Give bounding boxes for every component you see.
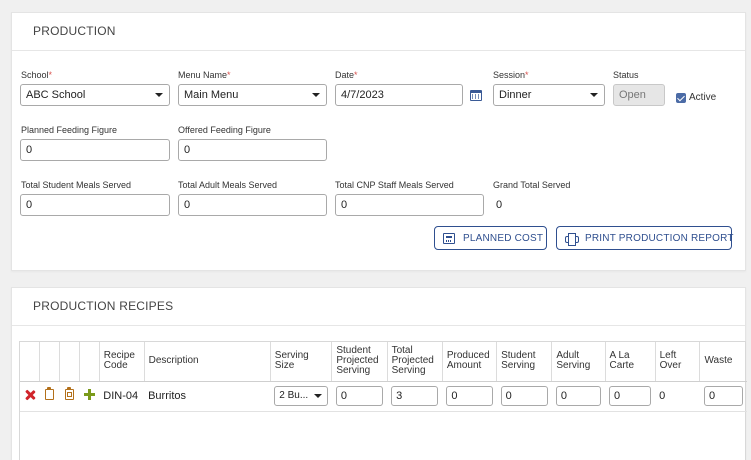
col-serving-size[interactable]: Serving Size xyxy=(270,342,333,382)
planned-feeding-input[interactable]: 0 xyxy=(20,139,170,161)
action-col-header xyxy=(59,342,80,382)
status-field: Open xyxy=(613,84,665,106)
menu-name-select[interactable]: Main Menu xyxy=(178,84,327,106)
cell-description: Burritos xyxy=(144,381,271,412)
add-icon[interactable] xyxy=(83,389,95,400)
student-serving-input[interactable]: 0 xyxy=(500,386,548,406)
production-recipes-header: PRODUCTION RECIPES xyxy=(12,288,745,326)
total-projected-input[interactable]: 3 xyxy=(391,386,439,406)
col-left-over[interactable]: Left Over xyxy=(655,342,701,382)
total-cnp-staff-meals-input[interactable]: 0 xyxy=(335,194,484,216)
production-header: PRODUCTION xyxy=(12,13,745,51)
production-card: PRODUCTION School* ABC School Menu Name*… xyxy=(11,12,746,271)
calculator-icon xyxy=(443,232,455,244)
grand-total-value: 0 xyxy=(496,199,503,211)
offered-feeding-input[interactable]: 0 xyxy=(178,139,327,161)
col-adult-serving[interactable]: Adult Serving xyxy=(551,342,606,382)
produced-amount-input[interactable]: 0 xyxy=(446,386,493,406)
offered-feeding-label: Offered Feeding Figure xyxy=(178,125,271,135)
recipes-table: Recipe Code Description Serving Size Stu… xyxy=(20,342,747,412)
total-adult-meals-label: Total Adult Meals Served xyxy=(178,180,278,190)
total-student-meals-input[interactable]: 0 xyxy=(20,194,170,216)
printer-icon xyxy=(565,232,579,246)
active-label: Active xyxy=(689,92,717,103)
menu-name-label: Menu Name* xyxy=(178,70,231,80)
adult-serving-input[interactable]: 0 xyxy=(555,386,602,406)
planned-cost-label: PLANNED COST xyxy=(463,232,544,244)
print-production-report-button[interactable]: PRINT PRODUCTION REPORT xyxy=(556,226,734,250)
date-input[interactable]: 4/7/2023 xyxy=(335,84,463,106)
col-total-projected-serving[interactable]: Total Projected Serving xyxy=(387,342,443,382)
cell-recipe-code: DIN-04 xyxy=(99,381,145,412)
action-col-header xyxy=(39,342,61,382)
clipboard-icon[interactable] xyxy=(45,387,55,400)
action-col-header xyxy=(20,342,41,382)
serving-size-select[interactable]: 2 Bu... xyxy=(274,386,328,406)
active-checkbox[interactable] xyxy=(676,93,686,103)
col-waste[interactable]: Waste xyxy=(699,342,747,382)
table-row: DIN-04 Burritos 2 Bu... 0 3 0 0 0 0 0 0 xyxy=(20,381,747,412)
col-student-serving[interactable]: Student Serving xyxy=(496,342,553,382)
grand-total-label: Grand Total Served xyxy=(493,180,571,190)
waste-input[interactable]: 0 xyxy=(703,386,743,406)
school-select[interactable]: ABC School xyxy=(20,84,170,106)
col-produced-amount[interactable]: Produced Amount xyxy=(442,342,498,382)
total-adult-meals-input[interactable]: 0 xyxy=(178,194,327,216)
cell-left-over: 0 xyxy=(655,381,700,412)
recipes-table-container: Recipe Code Description Serving Size Stu… xyxy=(19,341,747,460)
chevron-down-icon xyxy=(312,93,320,97)
total-cnp-staff-meals-label: Total CNP Staff Meals Served xyxy=(335,180,454,190)
planned-feeding-label: Planned Feeding Figure xyxy=(21,125,118,135)
planned-cost-button[interactable]: PLANNED COST xyxy=(434,226,547,250)
chevron-down-icon xyxy=(155,93,163,97)
print-report-label: PRINT PRODUCTION REPORT xyxy=(585,232,734,244)
school-label: School* xyxy=(21,70,53,80)
production-recipes-card: PRODUCTION RECIPES Recipe Code Descripti… xyxy=(11,287,747,460)
chevron-down-icon xyxy=(590,93,598,97)
chevron-down-icon xyxy=(313,394,322,398)
student-projected-input[interactable]: 0 xyxy=(335,386,384,406)
table-header-row: Recipe Code Description Serving Size Stu… xyxy=(20,342,747,382)
col-description[interactable]: Description xyxy=(144,342,271,382)
col-student-projected-serving[interactable]: Student Projected Serving xyxy=(331,342,388,382)
date-label: Date* xyxy=(335,70,358,80)
col-recipe-code[interactable]: Recipe Code xyxy=(99,342,145,382)
session-label: Session* xyxy=(493,70,529,80)
delete-icon[interactable] xyxy=(25,390,35,400)
clipboard-check-icon[interactable] xyxy=(65,387,75,400)
a-la-carte-input[interactable]: 0 xyxy=(609,386,652,406)
session-select[interactable]: Dinner xyxy=(493,84,605,106)
col-a-la-carte[interactable]: A La Carte xyxy=(605,342,656,382)
action-col-header xyxy=(79,342,100,382)
total-student-meals-label: Total Student Meals Served xyxy=(21,180,132,190)
status-label: Status xyxy=(613,70,639,80)
calendar-icon[interactable] xyxy=(470,90,482,101)
